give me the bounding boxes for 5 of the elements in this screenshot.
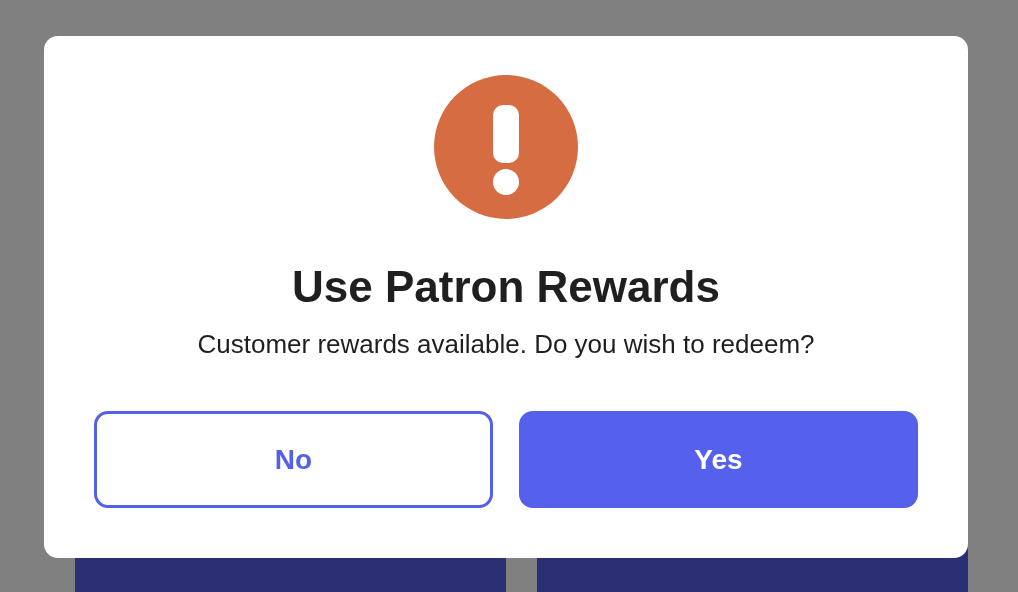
dialog-title: Use Patron Rewards (292, 261, 720, 313)
dialog-message: Customer rewards available. Do you wish to redeem? (197, 328, 815, 361)
confirm-button[interactable]: Yes (519, 411, 918, 508)
cancel-button[interactable]: No (94, 411, 493, 508)
warning-icon (434, 75, 578, 219)
